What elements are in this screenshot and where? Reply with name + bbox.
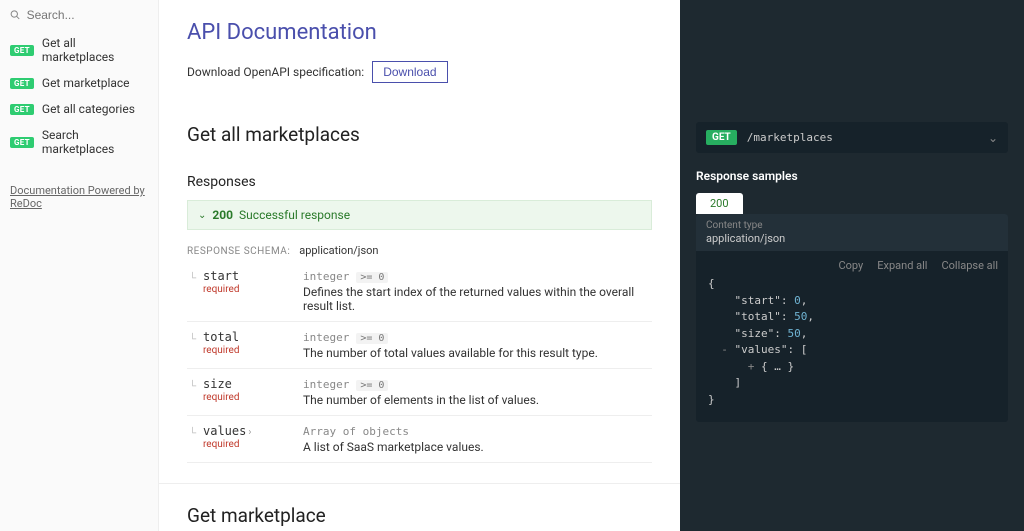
response-tab-200[interactable]: 200 bbox=[696, 193, 743, 214]
sidebar-item-get-marketplace[interactable]: GET Get marketplace bbox=[0, 70, 158, 96]
operation-get-marketplace: Get marketplace PATH PARAMETERS bbox=[159, 484, 680, 531]
operation-title: Get all marketplaces bbox=[187, 123, 652, 146]
spec-row: Download OpenAPI specification: Download bbox=[187, 61, 652, 83]
response-text: Successful response bbox=[239, 208, 350, 222]
method-badge: GET bbox=[10, 45, 34, 56]
sample-box: Content type application/json Copy Expan… bbox=[696, 214, 1008, 422]
tree-branch-icon: └ bbox=[189, 273, 196, 284]
chevron-right-icon: › bbox=[248, 427, 251, 438]
response-samples-title: Response samples bbox=[696, 169, 1008, 183]
schema-row-size: └ size required integer >= 0 The number … bbox=[187, 369, 652, 416]
response-schema-mime: application/json bbox=[299, 244, 378, 257]
required-label: required bbox=[203, 392, 291, 403]
property-description: The number of elements in the list of va… bbox=[303, 393, 646, 407]
property-description: A list of SaaS marketplace values. bbox=[303, 440, 646, 454]
content-type-label: Content type bbox=[706, 220, 763, 231]
tree-branch-icon: └ bbox=[189, 428, 196, 439]
response-200-bar[interactable]: ⌄ 200 Successful response bbox=[187, 200, 652, 230]
property-type: integer bbox=[303, 331, 349, 344]
collapse-toggle-icon[interactable]: + bbox=[748, 360, 755, 373]
property-constraint: >= 0 bbox=[356, 380, 388, 391]
search-icon bbox=[10, 9, 21, 21]
property-name: size bbox=[203, 377, 232, 391]
schema-row-values[interactable]: └ values› required Array of objects A li… bbox=[187, 416, 652, 463]
schema-table: └ start required integer >= 0 Defines th… bbox=[187, 261, 652, 463]
sidebar-item-get-all-marketplaces[interactable]: GET Get all marketplaces bbox=[0, 30, 158, 70]
sidebar-item-label: Get all marketplaces bbox=[42, 36, 148, 64]
search-input[interactable] bbox=[27, 8, 148, 22]
operation-get-all-marketplaces: Get all marketplaces Responses ⌄ 200 Suc… bbox=[159, 103, 680, 484]
operation-title: Get marketplace bbox=[187, 504, 652, 527]
property-description: The number of total values available for… bbox=[303, 346, 646, 360]
sidebar-item-get-all-categories[interactable]: GET Get all categories bbox=[0, 96, 158, 122]
property-type: integer bbox=[303, 378, 349, 391]
property-name: values bbox=[203, 424, 246, 438]
sidebar-item-search-marketplaces[interactable]: GET Search marketplaces bbox=[0, 122, 158, 162]
property-type: Array of objects bbox=[303, 425, 409, 438]
spec-label: Download OpenAPI specification: bbox=[187, 65, 364, 79]
property-constraint: >= 0 bbox=[356, 333, 388, 344]
sample-content-type: Content type application/json bbox=[696, 214, 1008, 251]
method-badge: GET bbox=[10, 104, 34, 115]
schema-row-start: └ start required integer >= 0 Defines th… bbox=[187, 261, 652, 322]
property-description: Defines the start index of the returned … bbox=[303, 285, 646, 313]
method-badge: GET bbox=[10, 78, 34, 89]
copy-button[interactable]: Copy bbox=[839, 259, 864, 272]
method-badge: GET bbox=[706, 130, 737, 145]
responses-heading: Responses bbox=[187, 174, 652, 190]
required-label: required bbox=[203, 284, 291, 295]
tree-branch-icon: └ bbox=[189, 334, 196, 345]
property-name: start bbox=[203, 269, 239, 283]
sidebar-footer-link[interactable]: Documentation Powered by ReDoc bbox=[0, 178, 158, 216]
download-button[interactable]: Download bbox=[372, 61, 447, 83]
response-code: 200 bbox=[212, 208, 233, 222]
endpoint-card-marketplaces[interactable]: GET /marketplaces ⌄ bbox=[696, 122, 1008, 153]
sample-actions: Copy Expand all Collapse all bbox=[696, 251, 1008, 274]
chevron-down-icon: ⌄ bbox=[198, 210, 206, 221]
intro-section: API Documentation Download OpenAPI speci… bbox=[159, 0, 680, 103]
property-name: total bbox=[203, 330, 239, 344]
expand-all-button[interactable]: Expand all bbox=[877, 259, 927, 272]
collapse-toggle-icon[interactable]: - bbox=[721, 343, 728, 356]
samples-panel: GET /marketplaces ⌄ Response samples 200… bbox=[680, 0, 1024, 531]
response-schema-label: RESPONSE SCHEMA: application/json bbox=[187, 244, 652, 257]
page-title: API Documentation bbox=[187, 20, 652, 45]
sidebar-item-label: Get marketplace bbox=[42, 76, 130, 90]
schema-row-total: └ total required integer >= 0 The number… bbox=[187, 322, 652, 369]
content-type-value: application/json bbox=[706, 232, 998, 245]
endpoint-path: /marketplaces bbox=[747, 131, 988, 144]
sidebar: GET Get all marketplaces GET Get marketp… bbox=[0, 0, 159, 531]
chevron-down-icon: ⌄ bbox=[988, 131, 998, 145]
method-badge: GET bbox=[10, 137, 34, 148]
json-sample[interactable]: { "start": 0, "total": 50, "size": 50, -… bbox=[696, 274, 1008, 422]
collapse-all-button[interactable]: Collapse all bbox=[941, 259, 998, 272]
sidebar-item-label: Get all categories bbox=[42, 102, 135, 116]
sidebar-item-label: Search marketplaces bbox=[42, 128, 148, 156]
tree-branch-icon: └ bbox=[189, 381, 196, 392]
property-type: integer bbox=[303, 270, 349, 283]
required-label: required bbox=[203, 345, 291, 356]
required-label: required bbox=[203, 439, 291, 450]
main-content: API Documentation Download OpenAPI speci… bbox=[159, 0, 680, 531]
property-constraint: >= 0 bbox=[356, 272, 388, 283]
search-container[interactable] bbox=[0, 6, 158, 30]
